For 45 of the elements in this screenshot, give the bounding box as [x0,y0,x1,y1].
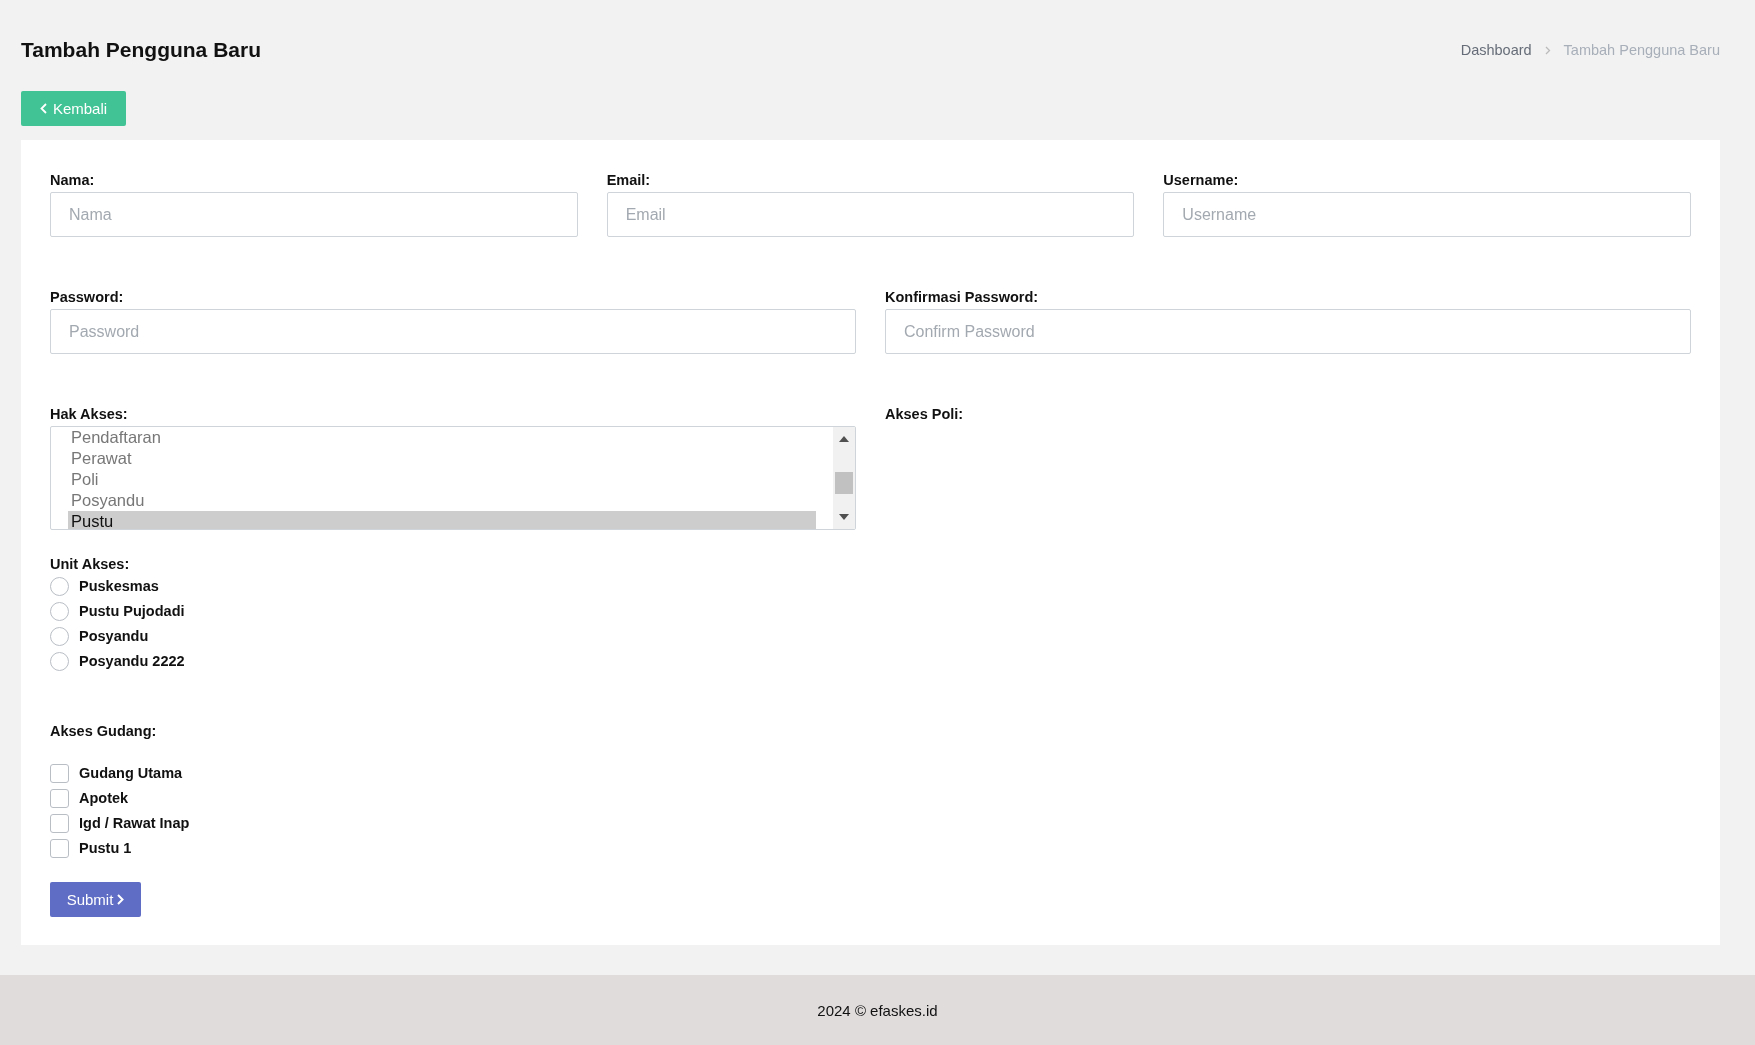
page-title: Tambah Pengguna Baru [21,38,261,62]
checkbox-label: Igd / Rawat Inap [79,815,190,831]
scrollbar-drawing[interactable] [833,427,855,529]
submit-button[interactable]: Submit [50,882,141,917]
checkbox[interactable] [50,788,69,808]
radio-button[interactable] [50,576,69,596]
breadcrumb-item: Tambah Pengguna Baru [1563,42,1720,58]
input-field[interactable]: Email [606,192,1135,237]
list-option[interactable]: Pendaftaran [68,427,816,448]
radio-button[interactable] [50,626,69,646]
input-field[interactable]: Password [50,309,856,354]
chevron-right-icon [117,894,125,905]
input-field[interactable]: Username [1163,192,1691,237]
checkbox-label: Apotek [79,790,129,806]
chevron-left-icon [39,103,47,114]
checkbox[interactable] [50,838,69,858]
radio-label: Posyandu [79,628,149,644]
field-label: Nama: [50,172,96,188]
checkbox[interactable] [50,763,69,783]
radio-label: Posyandu 2222 [79,653,185,669]
input-field[interactable]: Nama [50,192,578,237]
chevron-right-icon [1544,45,1551,55]
listbox[interactable]: Pendaftaran Perawat Poli Posyandu Pustu [50,426,856,530]
list-option[interactable]: Pustu [68,511,816,529]
checkbox-label: Gudang Utama [79,765,183,781]
checkbox-label: Pustu 1 [79,840,132,856]
input-field[interactable]: Confirm Password [885,309,1691,354]
field-label: Akses Gudang: [50,723,158,739]
field-label: Email: [606,172,652,188]
radio-label: Puskesmas [79,578,159,594]
field-label: Hak Akses: [50,406,129,422]
field-label: Unit Akses: [50,556,131,572]
radio-button[interactable] [50,651,69,671]
footer-text: 2024 © efaskes.id [817,1001,938,1019]
list-option[interactable]: Posyandu [68,490,816,511]
checkbox[interactable] [50,813,69,833]
list-option[interactable]: Perawat [68,448,816,469]
field-label: Password: [50,289,125,305]
radio-label: Pustu Pujodadi [79,603,185,619]
field-label: Konfirmasi Password: [885,289,1040,305]
breadcrumb-item[interactable]: Dashboard [1460,42,1532,58]
field-label: Akses Poli: [885,406,965,422]
list-option[interactable]: Poli [68,469,816,490]
radio-button[interactable] [50,601,69,621]
field-label: Username: [1163,172,1240,188]
